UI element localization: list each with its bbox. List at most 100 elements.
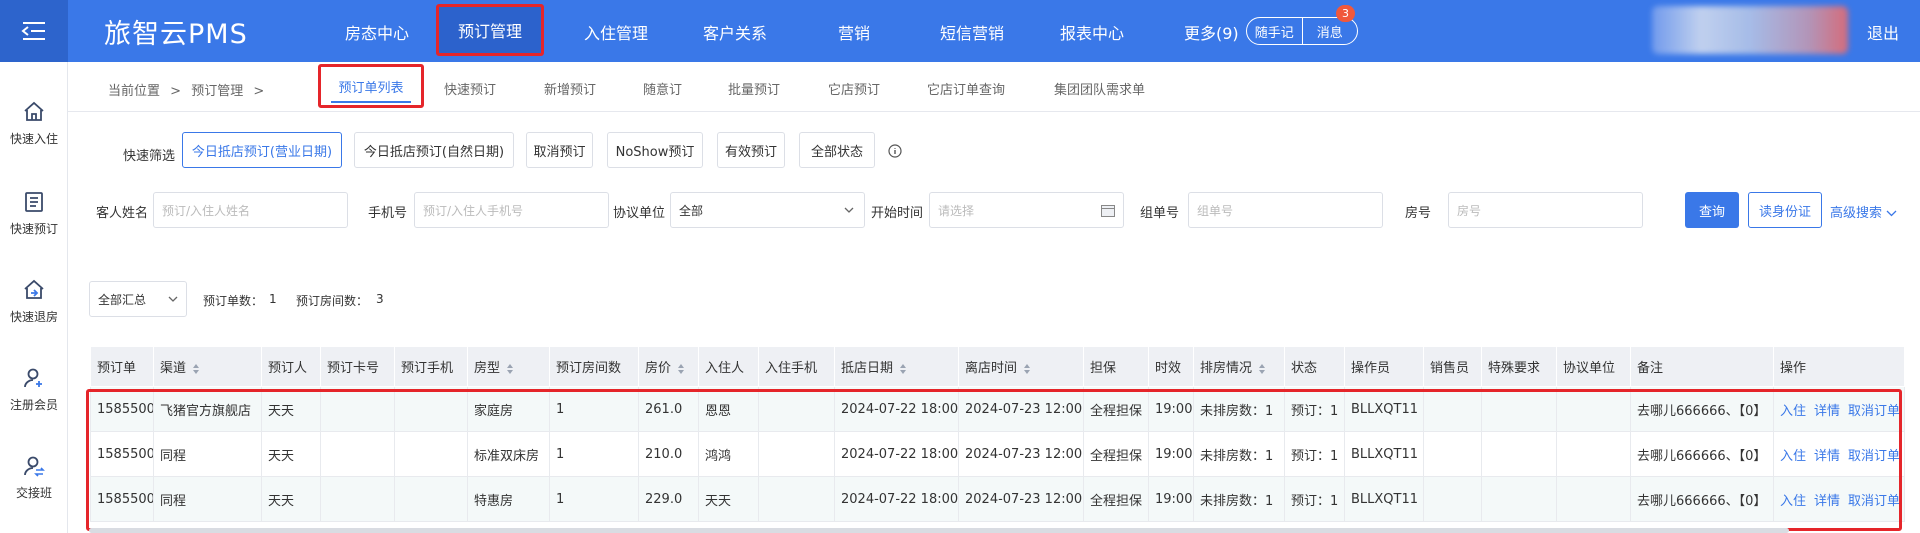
details-link[interactable]: 详情: [1814, 494, 1840, 509]
table-cell: 全程担保: [1083, 476, 1149, 522]
sort-icon[interactable]: [1023, 363, 1031, 375]
sort-icon[interactable]: [192, 363, 200, 375]
cancel-order-link[interactable]: 取消订单: [1848, 449, 1900, 464]
query-button[interactable]: 查询: [1685, 192, 1739, 228]
read-id-button[interactable]: 读身份证: [1748, 192, 1822, 228]
table-cell: 特惠房: [467, 476, 550, 522]
col-header: 时效: [1148, 346, 1194, 387]
cancel-order-link[interactable]: 取消订单: [1848, 404, 1900, 419]
logout-button[interactable]: 退出: [1867, 20, 1899, 44]
tab-new-booking[interactable]: 新增预订: [544, 79, 596, 98]
col-header-label: 入住人: [705, 361, 745, 376]
phone-input[interactable]: 预订/入住人手机号: [414, 192, 609, 228]
table-cell: 2024-07-23 12:00: [958, 431, 1084, 477]
col-header-label: 协议单位: [1563, 361, 1616, 376]
tab-group-request[interactable]: 集团团队需求单: [1054, 79, 1145, 98]
messages-button[interactable]: 消息: [1303, 18, 1358, 44]
quick-note-button[interactable]: 随手记: [1247, 18, 1303, 44]
breadcrumb-current[interactable]: 预订管理: [191, 84, 243, 99]
sort-icon[interactable]: [1258, 363, 1266, 375]
guest-name-input[interactable]: 预订/入住人姓名: [153, 192, 348, 228]
room-count-label: 预订房间数：: [296, 294, 369, 308]
col-header: 操作: [1773, 346, 1905, 387]
filter-cancelled[interactable]: 取消预订: [526, 132, 593, 168]
filter-today-business-date[interactable]: 今日抵店预订(营业日期): [182, 132, 342, 168]
advanced-search-toggle[interactable]: 高级搜索: [1830, 202, 1897, 221]
nav-checkin[interactable]: 入住管理: [584, 20, 648, 44]
sidebar-item-quick-checkin[interactable]: 快速入住: [0, 100, 68, 147]
col-header[interactable]: 排房情况: [1193, 346, 1285, 387]
sidebar-item-quick-checkout[interactable]: 快速退房: [0, 278, 68, 325]
room-no-input[interactable]: 房号: [1448, 192, 1643, 228]
col-header-label: 房型: [474, 361, 501, 376]
col-header[interactable]: 离店时间: [958, 346, 1084, 387]
horizontal-scrollbar[interactable]: [89, 528, 1789, 533]
order-count-value: 1: [269, 292, 277, 306]
app-logo: 旅智云PMS: [104, 19, 248, 50]
sort-icon[interactable]: [677, 363, 685, 375]
handover-icon: [24, 456, 45, 477]
nav-customer[interactable]: 客户关系: [703, 20, 767, 44]
col-header[interactable]: 房价: [638, 346, 699, 387]
home-icon: [24, 101, 44, 121]
filter-all-status[interactable]: 全部状态: [799, 132, 875, 168]
group-no-input[interactable]: 组单号: [1188, 192, 1383, 228]
sort-icon[interactable]: [899, 363, 907, 375]
advanced-search-label: 高级搜索: [1830, 206, 1883, 221]
summary-select[interactable]: 全部汇总: [89, 281, 187, 317]
sidebar-item-quick-booking[interactable]: 快速预订: [0, 190, 68, 237]
start-time-input[interactable]: 请选择: [929, 192, 1124, 228]
tab-batch-booking[interactable]: 批量预订: [728, 79, 780, 98]
table-cell: 飞猪官方旗舰店: [153, 386, 262, 432]
details-link[interactable]: 详情: [1814, 404, 1840, 419]
message-badge: 3: [1336, 5, 1355, 22]
col-header[interactable]: 渠道: [153, 346, 262, 387]
table-cell: [1556, 431, 1631, 477]
table-cell: [1423, 431, 1482, 477]
checkin-link[interactable]: 入住: [1780, 494, 1806, 509]
table-row[interactable]: 1585500 同程 天天 标准双床房 1 210.0 鸿鸿 2024-07-22 18:00…: [90, 431, 1905, 477]
table-cell: BLLXQT11: [1344, 431, 1424, 477]
tab-casual-booking[interactable]: 随意订: [643, 79, 682, 98]
table-cell: [1481, 431, 1557, 477]
checkin-link[interactable]: 入住: [1780, 449, 1806, 464]
table-cell: [758, 476, 835, 522]
nav-reservation-active[interactable]: 预订管理: [436, 4, 544, 56]
tab-other-store-booking[interactable]: 它店预订: [828, 79, 880, 98]
tab-other-store-query[interactable]: 它店订单查询: [927, 79, 1005, 98]
table-cell: [758, 386, 835, 432]
add-user-icon: [24, 368, 42, 388]
table-cell: 同程: [153, 431, 262, 477]
col-header-label: 渠道: [160, 361, 187, 376]
details-link[interactable]: 详情: [1814, 449, 1840, 464]
agreement-select[interactable]: 全部: [670, 192, 865, 228]
sidebar-label: 快速入住: [9, 132, 58, 146]
tab-quick-booking[interactable]: 快速预订: [444, 79, 496, 98]
filter-today-natural-date[interactable]: 今日抵店预订(自然日期): [354, 132, 514, 168]
col-header[interactable]: 房型: [467, 346, 550, 387]
sidebar-item-shift-handover[interactable]: 交接班: [0, 454, 68, 501]
user-avatar[interactable]: [1652, 6, 1848, 54]
table-row[interactable]: 1585500 飞猪官方旗舰店 天天 家庭房 1 261.0 恩恩 2024-07-22 18…: [90, 386, 1905, 432]
actions-cell: 入住 详情 取消订单: [1773, 431, 1905, 477]
col-header[interactable]: 抵店日期: [834, 346, 959, 387]
sidebar-label: 快速预订: [9, 222, 58, 236]
cancel-order-link[interactable]: 取消订单: [1848, 494, 1900, 509]
nav-reports[interactable]: 报表中心: [1060, 20, 1124, 44]
filter-noshow[interactable]: NoShow预订: [607, 132, 703, 168]
chevron-down-icon: [168, 296, 178, 302]
nav-sms[interactable]: 短信营销: [940, 20, 1004, 44]
nav-more[interactable]: 更多(9): [1184, 20, 1239, 44]
sort-icon[interactable]: [506, 363, 514, 375]
filter-valid[interactable]: 有效预订: [717, 132, 785, 168]
info-icon[interactable]: [888, 144, 902, 158]
menu-toggle-button[interactable]: [0, 0, 68, 62]
table-cell: [394, 386, 468, 432]
checkin-link[interactable]: 入住: [1780, 404, 1806, 419]
sidebar-item-register-member[interactable]: 注册会员: [0, 366, 68, 413]
nav-marketing[interactable]: 营销: [838, 20, 870, 44]
reservation-table: 预订单 渠道 预订人 预订卡号 预订手机 房型 预订房间数 房价 入住人 入住手…: [90, 346, 1905, 522]
tab-reservation-list[interactable]: 预订单列表: [318, 64, 424, 108]
nav-room-status[interactable]: 房态中心: [345, 20, 409, 44]
table-row[interactable]: 1585500 同程 天天 特惠房 1 229.0 天天 2024-07-22 18:00 20…: [90, 476, 1905, 522]
